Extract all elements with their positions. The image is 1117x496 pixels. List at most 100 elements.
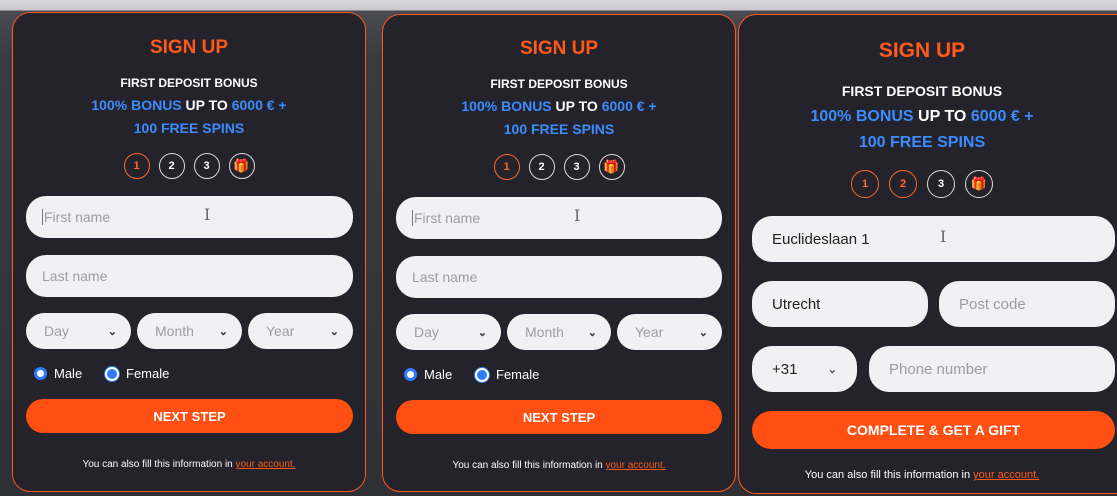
footer-note: You can also fill this information in yo…	[383, 460, 735, 471]
bonus-line-1: 100% BONUS UP TO 6000 € +	[739, 108, 1117, 126]
bonus-heading: FIRST DEPOSIT BONUS	[841, 83, 1003, 99]
your-account-link[interactable]: your account.	[973, 469, 1039, 481]
next-step-button[interactable]: NEXT STEP	[396, 400, 722, 434]
address-value: Euclideslaan 1	[772, 230, 870, 248]
day-label: Day	[44, 323, 69, 339]
gift-icon: 🎁	[228, 153, 255, 179]
phone-placeholder: Phone number	[889, 360, 988, 378]
chevron-down-icon: ⌄	[107, 325, 117, 338]
step-1: 1	[493, 154, 520, 180]
chevron-down-icon: ⌄	[587, 326, 597, 339]
first-name-placeholder: First name	[414, 210, 481, 226]
year-label: Year	[266, 323, 295, 339]
bonus-line-1: 100% BONUS UP TO 6000 € +	[383, 98, 735, 114]
step-1: 1	[851, 170, 879, 198]
chevron-down-icon: ⌄	[698, 326, 708, 339]
gender-female[interactable]: Female	[105, 366, 169, 381]
signup-panel-step1: SIGN UP FIRST DEPOSIT BONUS 100% BONUS U…	[12, 12, 366, 492]
male-label: Male	[424, 367, 453, 382]
footer-text: You can also fill this information in	[82, 459, 236, 470]
step-2: 2	[158, 153, 185, 179]
step-2: 2	[528, 154, 555, 180]
radio-selected-icon	[404, 368, 417, 381]
month-select[interactable]: Month ⌄	[137, 313, 242, 349]
footer-note: You can also fill this information in yo…	[13, 459, 365, 470]
year-select[interactable]: Year ⌄	[617, 314, 722, 350]
last-name-placeholder: Last name	[42, 268, 108, 284]
female-label: Female	[126, 366, 170, 381]
chevron-down-icon: ⌄	[827, 363, 837, 376]
complete-get-gift-button[interactable]: COMPLETE & GET A GIFT	[752, 411, 1115, 449]
first-name-placeholder: First name	[44, 209, 111, 225]
text-caret	[412, 210, 413, 226]
year-select[interactable]: Year ⌄	[248, 313, 353, 349]
day-label: Day	[414, 324, 439, 340]
bonus-up-to: UP TO	[913, 108, 971, 125]
bonus-percent: 100% BONUS	[461, 98, 552, 114]
last-name-input[interactable]: Last name	[396, 256, 722, 298]
bonus-amount: 6000 € +	[231, 97, 287, 113]
bonus-line-2: 100 FREE SPINS	[133, 120, 245, 136]
address-input[interactable]: Euclideslaan 1 I	[752, 216, 1115, 262]
gift-icon: 🎁	[598, 154, 625, 180]
bonus-line-1: 100% BONUS UP TO 6000 € +	[13, 97, 365, 113]
gender-male[interactable]: Male	[404, 367, 452, 382]
phone-code-value: +31	[772, 360, 798, 378]
footer-note: You can also fill this information in yo…	[739, 469, 1117, 481]
male-label: Male	[54, 366, 83, 381]
signup-panel-step2: SIGN UP FIRST DEPOSIT BONUS 100% BONUS U…	[738, 14, 1117, 494]
step-indicator: 1 2 3 🎁	[739, 170, 1117, 198]
signup-title: SIGN UP	[149, 37, 229, 58]
bonus-heading: FIRST DEPOSIT BONUS	[120, 76, 258, 90]
text-cursor-icon: I	[204, 205, 211, 224]
chevron-down-icon: ⌄	[329, 325, 339, 338]
text-cursor-icon: I	[574, 206, 581, 225]
day-select[interactable]: Day ⌄	[26, 313, 131, 349]
step-indicator: 1 2 3 🎁	[383, 154, 735, 180]
text-caret	[42, 209, 43, 225]
step-indicator: 1 2 3 🎁	[13, 153, 365, 179]
postcode-input[interactable]: Post code	[939, 281, 1115, 327]
your-account-link[interactable]: your account.	[606, 460, 666, 471]
female-label: Female	[496, 367, 540, 382]
year-label: Year	[635, 324, 664, 340]
gender-male[interactable]: Male	[34, 366, 82, 381]
gender-female[interactable]: Female	[475, 367, 539, 382]
last-name-input[interactable]: Last name	[26, 255, 353, 297]
month-label: Month	[155, 323, 194, 339]
chevron-down-icon: ⌄	[477, 326, 487, 339]
last-name-placeholder: Last name	[412, 269, 478, 285]
phone-code-select[interactable]: +31 ⌄	[752, 346, 857, 392]
step-3: 3	[563, 154, 590, 180]
bonus-amount: 6000 € +	[970, 108, 1034, 125]
day-select[interactable]: Day ⌄	[396, 314, 501, 350]
signup-title: SIGN UP	[519, 38, 599, 59]
first-name-input[interactable]: First name I	[396, 197, 722, 239]
signup-title: SIGN UP	[878, 39, 966, 62]
bonus-line-2: 100 FREE SPINS	[503, 121, 615, 137]
city-input[interactable]: Utrecht	[752, 281, 928, 327]
footer-text: You can also fill this information in	[804, 469, 974, 481]
chevron-down-icon: ⌄	[218, 325, 228, 338]
next-step-button[interactable]: NEXT STEP	[26, 399, 353, 433]
radio-selected-icon	[34, 367, 47, 380]
step-1: 1	[123, 153, 150, 179]
bonus-percent: 100% BONUS	[91, 97, 182, 113]
month-select[interactable]: Month ⌄	[507, 314, 611, 350]
month-label: Month	[525, 324, 564, 340]
text-cursor-icon: I	[940, 227, 947, 246]
bonus-up-to: UP TO	[551, 98, 602, 114]
radio-unselected-icon	[105, 366, 119, 381]
step-2: 2	[889, 170, 917, 198]
phone-number-input[interactable]: Phone number	[869, 346, 1115, 392]
bonus-heading: FIRST DEPOSIT BONUS	[490, 77, 628, 91]
signup-panel-step1-copy: SIGN UP FIRST DEPOSIT BONUS 100% BONUS U…	[382, 14, 736, 492]
gift-icon: 🎁	[965, 170, 993, 198]
bonus-amount: 6000 € +	[601, 98, 657, 114]
step-3: 3	[193, 153, 220, 179]
bonus-line-2: 100 FREE SPINS	[858, 134, 986, 151]
your-account-link[interactable]: your account.	[236, 459, 296, 470]
radio-unselected-icon	[475, 367, 489, 382]
postcode-placeholder: Post code	[959, 295, 1026, 313]
first-name-input[interactable]: First name I	[26, 196, 353, 238]
